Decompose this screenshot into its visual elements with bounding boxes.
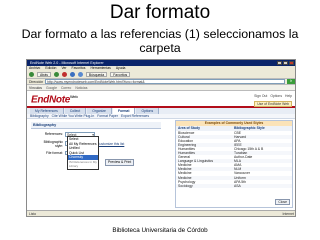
subtab-cwyw[interactable]: Cite While You Write Plug-In [52, 114, 95, 118]
stop-icon[interactable] [61, 72, 67, 77]
menu-favorites[interactable]: Favoritos [72, 66, 86, 71]
window-title: EndNote Web 2.0 - Microsoft Internet Exp… [30, 61, 104, 65]
link-item[interactable]: Correo [61, 86, 71, 90]
subtab-export[interactable]: Export References [121, 114, 149, 118]
status-zone: Internet [282, 212, 295, 216]
subtab-format-paper[interactable]: Format Paper [97, 114, 118, 118]
references-dropdown: Select All My References Unfiled Quick L… [67, 136, 99, 170]
preview-print-button[interactable]: Preview & Print [105, 159, 135, 166]
window-title-bar: EndNote Web 2.0 - Microsoft Internet Exp… [27, 60, 295, 66]
customize-link[interactable]: Customize this list [97, 142, 124, 146]
logo-suffix: Web [70, 94, 78, 99]
sign-out-link[interactable]: Sign Out [254, 94, 267, 98]
minimize-button[interactable] [277, 61, 282, 65]
examples-rows: Bioscience CBE Cultural Harvard Education APA… [176, 131, 292, 188]
examples-close-button[interactable]: Close [275, 199, 290, 205]
refresh-icon[interactable] [69, 72, 75, 77]
menu-file[interactable]: Archivo [29, 66, 40, 71]
browser-window: EndNote Web 2.0 - Microsoft Internet Exp… [26, 59, 296, 217]
browser-toolbar: Atrás Búsqueda Favoritos [27, 71, 295, 79]
maximize-button[interactable] [283, 61, 288, 65]
col-style: Bibliographic Style [234, 126, 265, 130]
endnote-header: EndNoteWeb Sign Out Options Help Use of … [27, 91, 295, 108]
examples-panel: Examples of Commonly Used Styles Area of… [175, 120, 293, 208]
address-input[interactable]: http://www.myendnoteweb.com/EndNoteWeb.h… [45, 79, 285, 84]
user-badge: Use of EndNote Web [254, 101, 292, 107]
home-icon[interactable] [77, 72, 83, 77]
file-format-label: File format: [46, 150, 63, 155]
table-row: Sociology ASA [176, 183, 292, 188]
links-label: Vínculos [29, 85, 43, 90]
close-button[interactable] [289, 61, 294, 65]
forward-arrow-icon[interactable] [53, 72, 59, 77]
references-label: References: [44, 132, 63, 137]
area-cell: Sociology [178, 183, 193, 188]
slide-subtitle: Dar formato a las referencias (1) selecc… [21, 27, 299, 55]
dropdown-option[interactable]: ISI References in My Library [68, 160, 98, 169]
status-text: Listo [29, 212, 37, 216]
style-label: Bibliographic style: [43, 139, 63, 148]
status-bar: Listo Internet [27, 210, 295, 216]
help-link[interactable]: Help [285, 94, 292, 98]
window-controls [277, 61, 294, 65]
section-title: Bibliography [31, 122, 161, 129]
go-button[interactable]: Ir [287, 79, 295, 84]
endnote-logo: EndNoteWeb [31, 94, 78, 105]
menu-help[interactable]: Ayuda [116, 66, 126, 71]
link-item[interactable]: Google [46, 86, 57, 90]
logo-text: EndNote [31, 94, 71, 106]
style-cell: ASA [234, 183, 241, 188]
slide-footer: Biblioteca Universitaria de Córdob [112, 227, 208, 234]
menu-tools[interactable]: Herramientas [90, 66, 110, 71]
address-label: Dirección [29, 79, 44, 84]
back-arrow-icon[interactable] [29, 72, 34, 77]
menu-view[interactable]: Ver [61, 66, 66, 71]
slide-title: Dar formato [109, 2, 211, 23]
link-item[interactable]: Noticias [75, 86, 87, 90]
back-button[interactable]: Atrás [37, 72, 51, 77]
favorites-button[interactable]: Favoritos [110, 72, 131, 77]
options-link[interactable]: Options [270, 94, 282, 98]
menu-edit[interactable]: Edición [45, 66, 56, 71]
top-links: Sign Out Options Help [254, 94, 292, 98]
search-button[interactable]: Búsqueda [85, 72, 108, 77]
sub-tabs: Bibliography Cite While You Write Plug-I… [27, 114, 295, 119]
subtab-bibliography[interactable]: Bibliography [30, 114, 49, 118]
